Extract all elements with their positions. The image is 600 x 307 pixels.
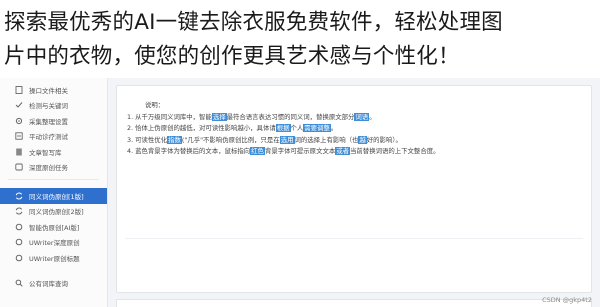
replaced-word[interactable]: 需要调整 — [303, 124, 331, 133]
sidebar-item-label: 操口文件相关 — [29, 86, 68, 95]
sidebar-item-label: 同义词伪原创[2版] — [29, 208, 84, 217]
sidebar-divider — [8, 179, 99, 180]
caption-banner: 探索最优秀的AI一键去除衣服免费软件，轻松处理图 片中的衣物，使您的创作更具艺术… — [0, 0, 600, 78]
sidebar-item-file[interactable]: 操口文件相关 — [0, 82, 107, 98]
replaced-word[interactable]: 越 — [358, 135, 367, 144]
instruction-line-4: 4. 蓝色背景字体为替换后的文本，鼠标指向红色背景字体可提示原文文本或者当前替换… — [127, 147, 440, 156]
caption-line-1: 探索最优秀的AI一键去除衣服免费软件，轻松处理图 — [4, 10, 503, 35]
sidebar-item-deep-task[interactable]: 深度原创任务 — [0, 160, 107, 176]
card-divider — [125, 238, 583, 239]
sidebar-item-collect[interactable]: 采集整理设置 — [0, 113, 107, 129]
instruction-line-2: 2. 恰体上伪原创的越低，对可读性影响越小，具体请根据个人需要调整。 — [127, 124, 338, 133]
instruction-line-3: 3. 可读性优化指数("几乎"不影响伪原创比例，只是在选用词的选择上有影响（也越… — [127, 135, 402, 144]
sidebar-item-synonym-v2[interactable]: 同义词伪原创[2版] — [0, 204, 107, 220]
doc-icon — [14, 147, 23, 156]
refresh-icon — [14, 222, 23, 231]
replaced-word[interactable]: 或者 — [335, 147, 351, 156]
app-window: 操口文件相关 检测与关键词 采集整理设置 平动诊疗测试 文章智写库 深度原创任务… — [0, 78, 600, 307]
sidebar-item-label: UWriter原创标题 — [29, 254, 80, 263]
check-icon — [14, 101, 23, 110]
sidebar-item-label: 深度原创任务 — [29, 164, 68, 173]
sidebar-item-test[interactable]: 平动诊疗测试 — [0, 129, 107, 145]
sidebar-item-label: 文章智写库 — [29, 148, 62, 157]
sidebar-item-label: 采集整理设置 — [29, 117, 68, 126]
sidebar-item-articles[interactable]: 文章智写库 — [0, 144, 107, 160]
sync-icon — [14, 207, 23, 216]
gear-icon — [14, 116, 23, 125]
refresh-icon — [14, 238, 23, 247]
replaced-word[interactable]: 选择 — [211, 112, 227, 121]
sidebar-item-label: 智能伪原创[AI版] — [29, 223, 80, 232]
task-icon — [14, 163, 23, 172]
sidebar-item-label: 同义词伪原创[1版] — [29, 192, 84, 201]
instructions-text: 说明： 1. 从千万级同义词库中，智能选择最符合语言表达习惯的同义词，替换原文部… — [127, 100, 440, 158]
sidebar: 操口文件相关 检测与关键词 采集整理设置 平动诊疗测试 文章智写库 深度原创任务… — [0, 78, 108, 307]
replaced-word[interactable]: 词语 — [354, 112, 370, 121]
refresh-icon — [14, 253, 23, 262]
sidebar-item-label: 平动诊疗测试 — [29, 133, 68, 142]
editor-card — [116, 299, 592, 307]
replaced-word[interactable]: 指数 — [167, 135, 182, 144]
sidebar-item-label: 公有词库查询 — [29, 280, 68, 289]
sidebar-item-ai-rewrite[interactable]: 智能伪原创[AI版] — [0, 219, 107, 235]
sidebar-item-synonym-v1[interactable]: 同义词伪原创[1版] — [0, 188, 107, 204]
replaced-word[interactable]: 选用 — [279, 135, 295, 144]
instructions-title: 说明： — [145, 101, 165, 109]
instructions-card: 说明： 1. 从千万级同义词库中，智能选择最符合语言表达习惯的同义词，替换原文部… — [116, 85, 592, 293]
replaced-word[interactable]: 根据 — [275, 124, 291, 133]
test-icon — [14, 132, 23, 141]
file-icon — [14, 85, 23, 94]
sidebar-item-check[interactable]: 检测与关键词 — [0, 98, 107, 114]
search-icon — [14, 279, 23, 288]
sidebar-item-lexicon-search[interactable]: 公有词库查询 — [0, 276, 107, 292]
watermark: CSDN @gkp4t2 — [542, 296, 592, 304]
instruction-line-1: 1. 从千万级同义词库中，智能选择最符合语言表达习惯的同义词，替换原文部分词语。 — [127, 112, 376, 121]
sidebar-item-uwriter-deep[interactable]: UWriter深度原创 — [0, 235, 107, 251]
sidebar-item-uwriter-title[interactable]: UWriter原创标题 — [0, 250, 107, 266]
replaced-word[interactable]: 红色 — [250, 147, 265, 156]
sidebar-item-label: 检测与关键词 — [29, 102, 68, 111]
sync-icon — [14, 191, 23, 200]
caption-line-2: 片中的衣物，使您的创作更具艺术感与个性化！ — [4, 44, 460, 69]
sidebar-item-label: UWriter深度原创 — [29, 239, 80, 248]
